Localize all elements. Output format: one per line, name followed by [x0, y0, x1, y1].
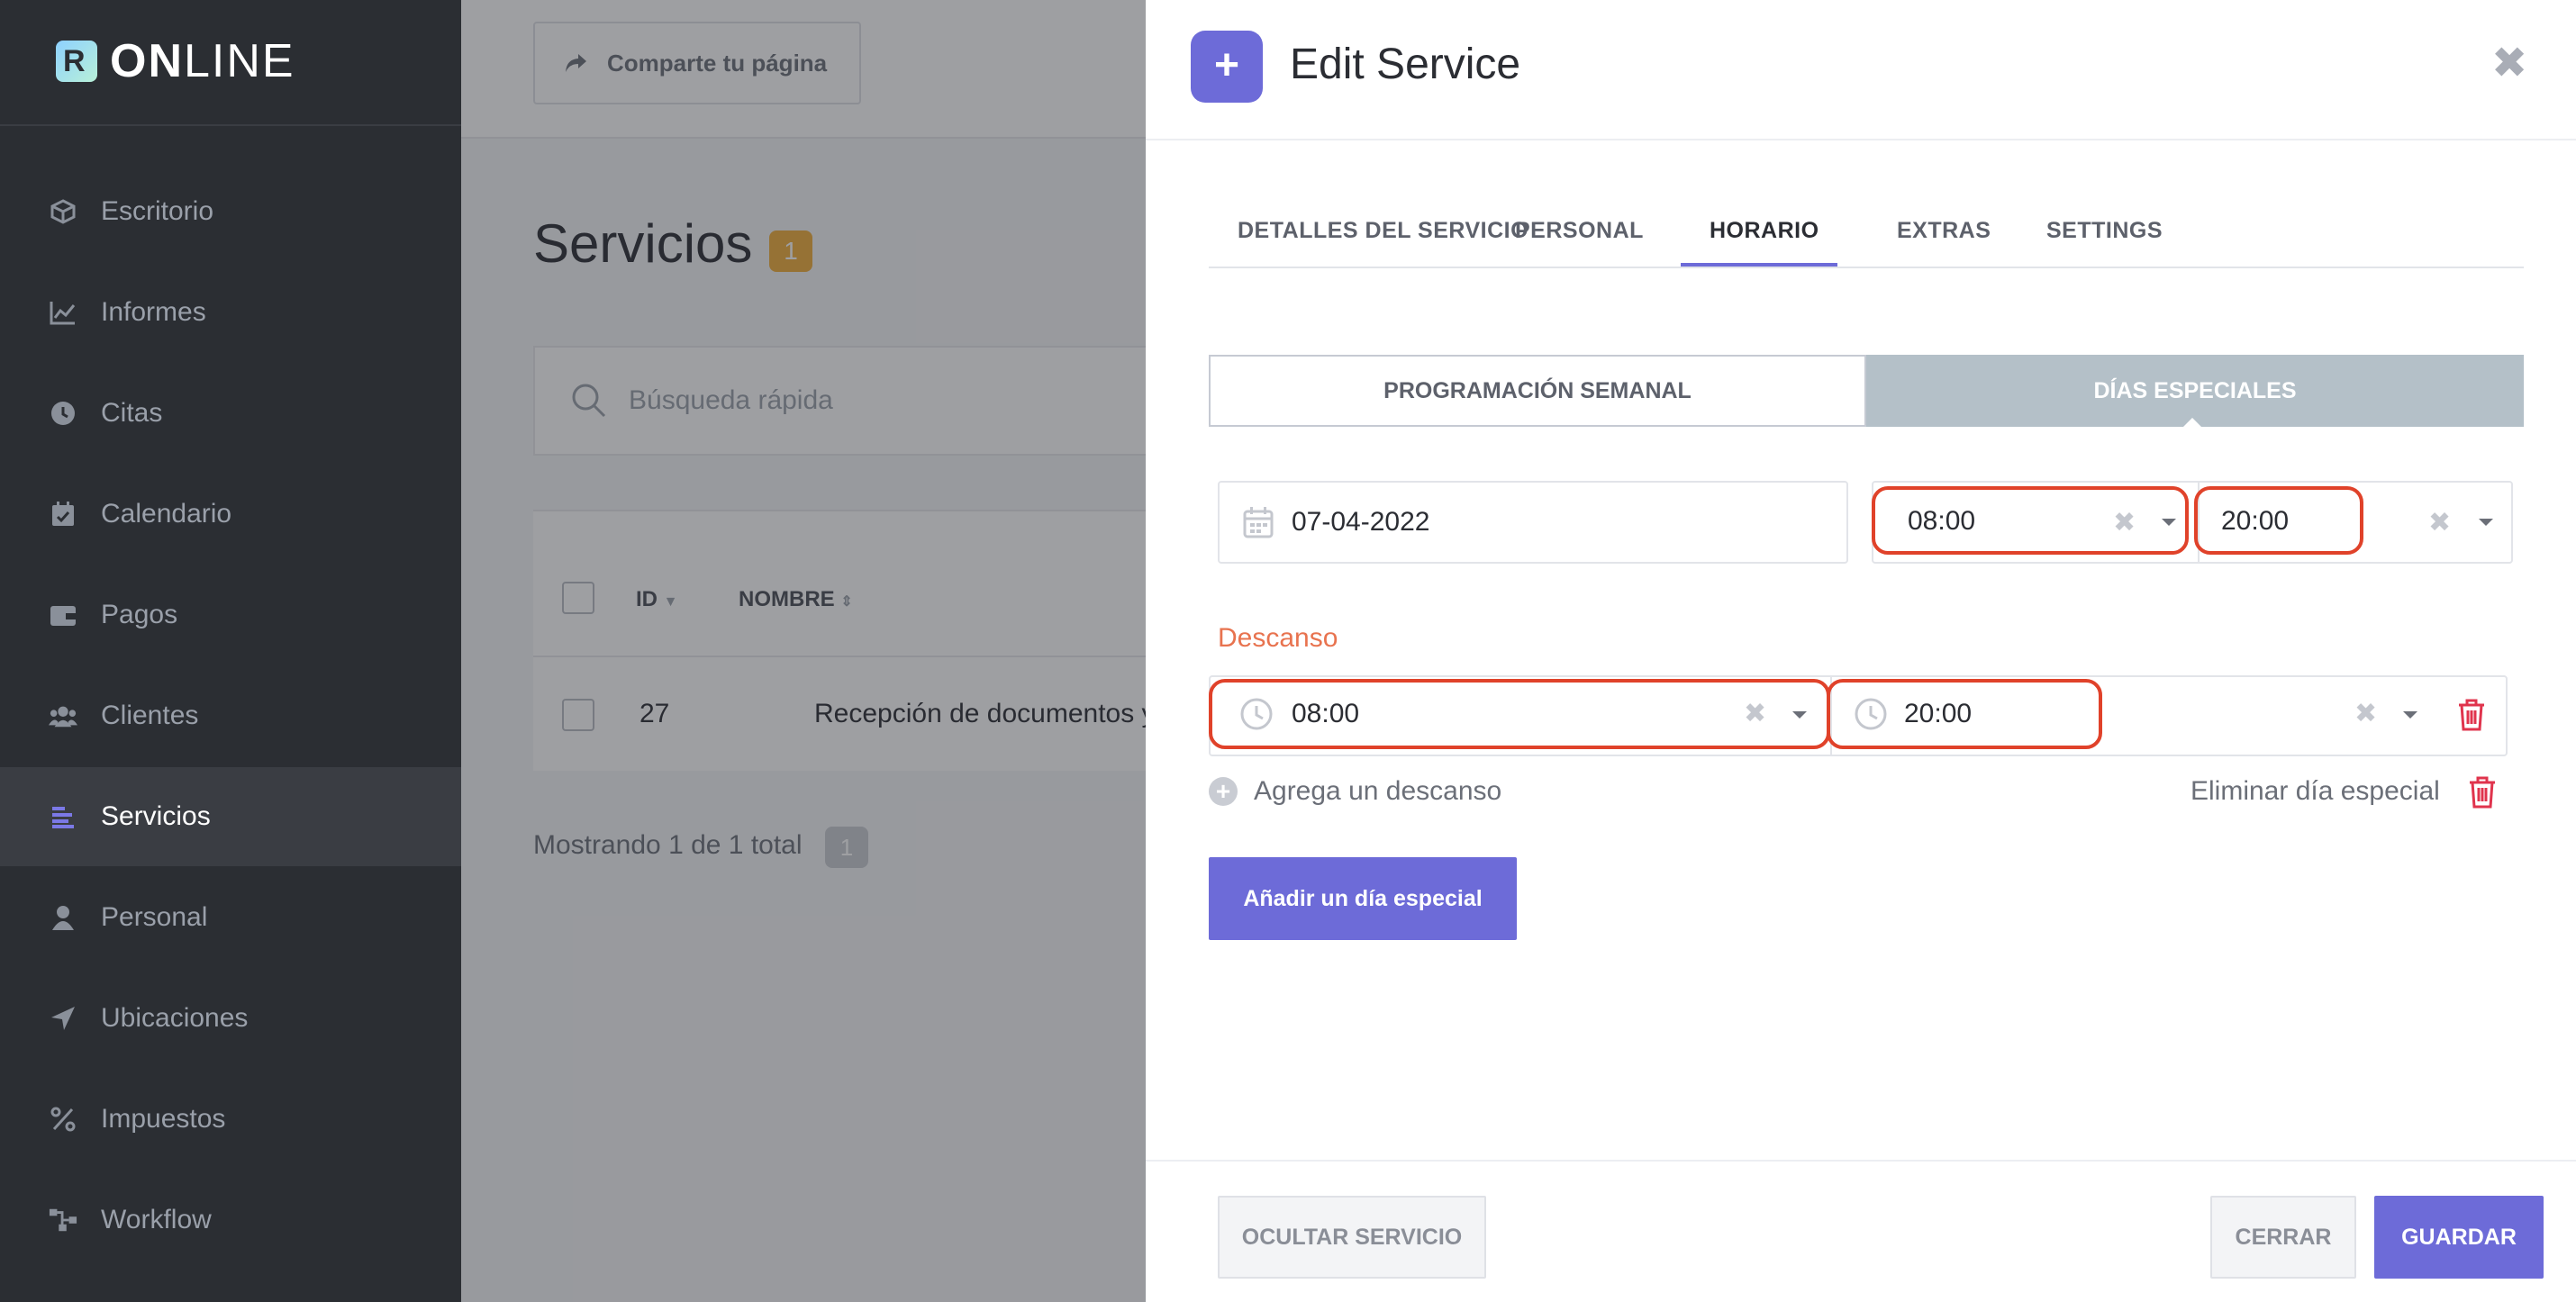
brand-logo[interactable]: R ONLINE	[56, 34, 295, 88]
sidebar-item-ubicaciones[interactable]: Ubicaciones	[0, 969, 461, 1068]
active-tab-indicator	[1681, 263, 1837, 267]
sidebar-item-citas[interactable]: Citas	[0, 364, 461, 463]
remove-special-day-button[interactable]: Eliminar día especial	[2191, 776, 2440, 807]
sidebar-item-personal[interactable]: Personal	[0, 868, 461, 967]
sidebar-item-label: Personal	[101, 902, 208, 932]
save-button[interactable]: GUARDAR	[2374, 1196, 2544, 1279]
tab-settings[interactable]: SETTINGS	[2046, 218, 2163, 244]
close-button[interactable]: CERRAR	[2210, 1196, 2356, 1279]
sidebar-item-workflow[interactable]: Workflow	[0, 1171, 461, 1270]
end-time-highlight	[2194, 486, 2363, 555]
delete-special-day-icon[interactable]	[2468, 776, 2497, 809]
sidebar-item-label: Ubicaciones	[101, 1003, 249, 1033]
tab-extras[interactable]: EXTRAS	[1897, 218, 1991, 244]
chevron-down-icon[interactable]	[2479, 519, 2493, 526]
clear-break-end-icon[interactable]: ✖	[2354, 701, 2377, 728]
user-icon	[49, 903, 77, 932]
workflow-icon	[49, 1206, 77, 1234]
calendar-icon	[1243, 507, 1274, 538]
sidebar-item-label: Impuestos	[101, 1104, 226, 1134]
sidebar-item-label: Clientes	[101, 701, 199, 730]
hide-service-button[interactable]: OCULTAR SERVICIO	[1218, 1196, 1486, 1279]
location-arrow-icon	[49, 1004, 77, 1033]
special-day-date-value: 07-04-2022	[1292, 507, 1430, 537]
chevron-down-icon[interactable]	[2403, 711, 2417, 719]
sidebar-item-informes[interactable]: Informes	[0, 263, 461, 362]
logo-mark-icon: R	[56, 41, 97, 82]
panel-title: Edit Service	[1290, 41, 1521, 88]
add-break-label: Agrega un descanso	[1254, 776, 1502, 806]
cube-icon	[49, 197, 77, 226]
sidebar: R ONLINE Escritorio Informes Citas Calen…	[0, 0, 461, 1302]
delete-break-icon[interactable]	[2457, 699, 2486, 731]
list-icon	[49, 802, 77, 831]
sidebar-item-label: Pagos	[101, 600, 178, 629]
clock-icon	[49, 399, 77, 428]
percent-icon	[49, 1105, 77, 1134]
logo-letter: R	[63, 44, 86, 78]
panel-header: + Edit Service ✖	[1146, 0, 2576, 140]
sidebar-item-label: Escritorio	[101, 196, 214, 226]
break-section-label: Descanso	[1218, 623, 1338, 653]
plus-icon: +	[1191, 31, 1263, 103]
add-break-button[interactable]: + Agrega un descanso	[1209, 776, 1501, 807]
sidebar-item-escritorio[interactable]: Escritorio	[0, 162, 461, 261]
sidebar-item-label: Servicios	[101, 801, 211, 831]
sidebar-divider	[0, 124, 461, 126]
close-icon[interactable]: ✖	[2491, 41, 2527, 86]
chart-line-icon	[49, 298, 77, 327]
segment-dias-especiales[interactable]: DÍAS ESPECIALES	[1866, 355, 2524, 427]
brand-name: ONLINE	[110, 34, 295, 88]
clear-end-time-icon[interactable]: ✖	[2428, 510, 2451, 537]
tab-horario[interactable]: HORARIO	[1710, 218, 1819, 244]
modal-backdrop[interactable]	[461, 0, 1146, 1302]
special-day-date-picker[interactable]: 07-04-2022	[1218, 481, 1848, 564]
users-icon	[49, 701, 77, 730]
sidebar-item-clientes[interactable]: Clientes	[0, 666, 461, 765]
sidebar-item-servicios[interactable]: Servicios	[0, 767, 461, 866]
sidebar-item-label: Calendario	[101, 499, 232, 529]
brand-name-bold: ON	[110, 35, 184, 87]
break-end-highlight	[1827, 679, 2102, 749]
edit-service-panel: + Edit Service ✖ DETALLES DEL SERVICIO P…	[1146, 0, 2576, 1302]
sidebar-item-calendario[interactable]: Calendario	[0, 465, 461, 564]
add-special-day-button[interactable]: Añadir un día especial	[1209, 857, 1517, 940]
segment-caret-icon	[2180, 418, 2205, 430]
plus-circle-icon: +	[1209, 777, 1238, 806]
sidebar-item-label: Workflow	[101, 1205, 212, 1234]
sidebar-item-impuestos[interactable]: Impuestos	[0, 1070, 461, 1169]
start-time-highlight	[1872, 486, 2189, 555]
tab-detalles-del-servicio[interactable]: DETALLES DEL SERVICIO	[1238, 218, 1528, 244]
sidebar-item-label: Citas	[101, 398, 163, 428]
brand-name-thin: LINE	[184, 35, 295, 87]
sidebar-item-pagos[interactable]: Pagos	[0, 565, 461, 665]
tab-personal[interactable]: PERSONAL	[1515, 218, 1644, 244]
tab-bar: DETALLES DEL SERVICIO PERSONAL HORARIO E…	[1209, 200, 2524, 268]
calendar-icon	[49, 500, 77, 529]
segment-programacion-semanal[interactable]: PROGRAMACIÓN SEMANAL	[1209, 355, 1866, 427]
break-start-highlight	[1209, 679, 1830, 749]
panel-footer: OCULTAR SERVICIO CERRAR GUARDAR	[1146, 1160, 2576, 1302]
sidebar-item-label: Informes	[101, 297, 206, 327]
wallet-icon	[49, 601, 77, 629]
